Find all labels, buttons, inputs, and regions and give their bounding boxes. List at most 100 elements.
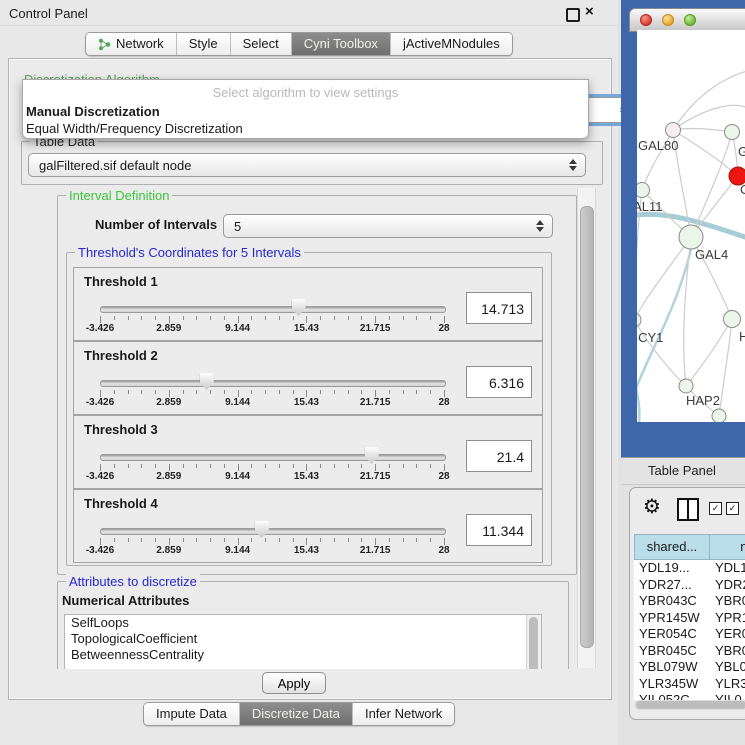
checkbox-icon[interactable]: ✓	[709, 502, 722, 515]
slider-tick-label: 21.715	[360, 471, 391, 482]
slider-tick	[183, 316, 184, 320]
table-row[interactable]: YPR145WYPR1	[634, 610, 745, 627]
slider-tick	[348, 538, 349, 542]
tab-network[interactable]: Network	[86, 33, 177, 55]
table-row[interactable]: YLR345WYLR3	[634, 676, 745, 693]
table-cell[interactable]: YBR045C	[634, 643, 710, 660]
threshold-value-field[interactable]: 11.344	[466, 514, 532, 546]
table-cell[interactable]: YBR043C	[634, 593, 710, 610]
network-edge[interactable]	[637, 249, 691, 392]
network-node-h[interactable]	[724, 311, 741, 328]
slider-track[interactable]	[100, 528, 446, 535]
table-data-select[interactable]: galFiltered.sif default node	[28, 153, 586, 177]
table-cell[interactable]: YIL0	[710, 692, 745, 700]
table-cell[interactable]: YDR2	[710, 577, 745, 594]
panel-scrollbar[interactable]	[577, 188, 596, 668]
tab-style[interactable]: Style	[177, 33, 231, 55]
network-node-ga[interactable]	[725, 125, 740, 140]
table-rows: YDL19...YDL1YDR27...YDR2YBR043CYBR0YPR14…	[634, 560, 745, 700]
threshold-value-field[interactable]: 21.4	[466, 440, 532, 472]
table-row[interactable]: YBL079WYBL0	[634, 659, 745, 676]
table-row[interactable]: YDL19...YDL1	[634, 560, 745, 577]
slider-tick-label: -3.426	[86, 545, 114, 556]
table-cell[interactable]: YBR0	[710, 643, 745, 660]
slider-thumb[interactable]	[292, 299, 306, 316]
table-cell[interactable]: YDL19...	[634, 560, 710, 577]
slider-tick	[320, 390, 321, 394]
attributes-group: Attributes to discretize Numerical Attri…	[57, 581, 569, 669]
close-panel-icon[interactable]: ×	[585, 3, 594, 20]
attribute-item[interactable]: TopologicalCoefficient	[65, 631, 541, 647]
table-hscrollbar[interactable]	[634, 700, 745, 710]
network-edge[interactable]	[673, 70, 745, 130]
network-node-gal80[interactable]	[666, 123, 681, 138]
attribute-item[interactable]: BetweennessCentrality	[65, 647, 541, 663]
network-edge[interactable]	[673, 129, 732, 132]
tab-impute-data[interactable]: Impute Data	[144, 703, 240, 725]
table-cell[interactable]: YPR1	[710, 610, 745, 627]
panel-scrollbar-thumb[interactable]	[580, 206, 594, 648]
network-node-gcy1[interactable]	[637, 313, 641, 327]
column-header-name[interactable]: na	[710, 534, 745, 560]
table-row[interactable]: YBR045CYBR0	[634, 643, 745, 660]
network-window-titlebar[interactable]	[629, 8, 745, 32]
table-cell[interactable]: YDL1	[710, 560, 745, 577]
threshold-value-field[interactable]: 14.713	[466, 292, 532, 324]
table-cell[interactable]: YER0	[710, 626, 745, 643]
tab-infer-network[interactable]: Infer Network	[353, 703, 454, 725]
slider-thumb[interactable]	[255, 521, 269, 538]
slider-tick	[224, 390, 225, 394]
network-view-window: GAL80GACGAL11GAL4GCY1HHAP2	[621, 0, 745, 457]
window-minimize-icon[interactable]	[662, 14, 674, 26]
slider-thumb[interactable]	[200, 373, 214, 390]
algorithm-option-equal-width[interactable]: Equal Width/Frequency Discretization	[26, 121, 243, 136]
algorithm-option-manual[interactable]: Manual Discretization	[26, 104, 160, 119]
slider-track[interactable]	[100, 454, 446, 461]
attribute-item[interactable]: SelfLoops	[65, 615, 541, 631]
window-close-icon[interactable]	[640, 14, 652, 26]
split-columns-icon[interactable]	[677, 498, 699, 521]
tab-cyni-toolbox[interactable]: Cyni Toolbox	[292, 33, 391, 55]
network-edge[interactable]	[637, 360, 639, 422]
gear-icon[interactable]: ⚙	[643, 494, 661, 519]
table-row[interactable]: YBR043CYBR0	[634, 593, 745, 610]
table-row[interactable]: YDR27...YDR2	[634, 577, 745, 594]
network-node-node-bottom[interactable]	[712, 409, 726, 422]
network-edge[interactable]	[719, 319, 732, 416]
table-cell[interactable]: YLR345W	[634, 676, 710, 693]
threshold-slider: -3.4262.8599.14415.4321.71528	[100, 296, 444, 332]
table-row[interactable]: YIL052CYIL0	[634, 692, 745, 700]
tab-label: Discretize Data	[252, 703, 340, 725]
apply-button[interactable]: Apply	[262, 672, 326, 694]
slider-tick-label: 21.715	[360, 545, 391, 556]
table-cell[interactable]: YDR27...	[634, 577, 710, 594]
network-node-gal4[interactable]	[679, 225, 703, 249]
float-panel-icon[interactable]	[566, 8, 580, 22]
table-cell[interactable]: YLR3	[710, 676, 745, 693]
slider-thumb[interactable]	[365, 447, 379, 464]
tab-jactivemnodules[interactable]: jActiveMNodules	[391, 33, 512, 55]
table-cell[interactable]: YIL052C	[634, 692, 710, 700]
tab-discretize-data[interactable]: Discretize Data	[240, 703, 353, 725]
slider-tick-label: -3.426	[86, 471, 114, 482]
table-cell[interactable]: YBR0	[710, 593, 745, 610]
window-zoom-icon[interactable]	[684, 14, 696, 26]
slider-track[interactable]	[100, 306, 446, 313]
tab-select[interactable]: Select	[231, 33, 292, 55]
table-cell[interactable]: YBL079W	[634, 659, 710, 676]
slider-track[interactable]	[100, 380, 446, 387]
network-canvas[interactable]: GAL80GACGAL11GAL4GCY1HHAP2	[637, 30, 745, 422]
checkbox-icon[interactable]: ✓	[726, 502, 739, 515]
table-row[interactable]: YER054CYER0	[634, 626, 745, 643]
table-cell[interactable]: YBL0	[710, 659, 745, 676]
num-intervals-select[interactable]: 5	[223, 214, 553, 238]
table-cell[interactable]: YPR145W	[634, 610, 710, 627]
network-node-gal11[interactable]	[637, 183, 650, 198]
node-label: GAL11	[637, 199, 663, 214]
threshold-value-field[interactable]: 6.316	[466, 366, 532, 398]
table-hscrollbar-thumb[interactable]	[636, 701, 745, 709]
column-header-shared-name[interactable]: shared...	[634, 534, 710, 560]
network-node-hap2[interactable]	[679, 379, 693, 393]
attributes-scrollbar[interactable]	[526, 615, 541, 669]
table-cell[interactable]: YER054C	[634, 626, 710, 643]
